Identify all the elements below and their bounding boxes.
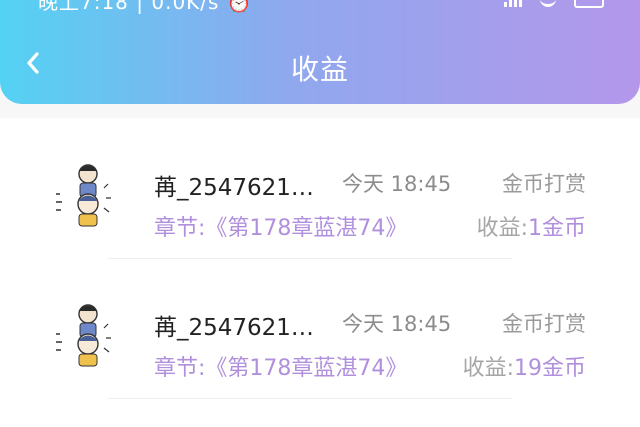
list-item[interactable]: 苒_2547621… 今天 18:45 金币打赏 章节:《第178章蓝湛74》 … [48,146,608,276]
chapter-link[interactable]: 章节:《第178章蓝湛74》 [154,210,407,242]
income-list: 苒_2547621… 今天 18:45 金币打赏 章节:《第178章蓝湛74》 … [0,118,640,427]
income-value: 19金币 [514,356,586,381]
reward-time: 今天 18:45 [342,312,452,336]
signal-icon [504,0,522,7]
divider [108,398,512,399]
income-amount: 收益:19金币 [463,350,586,382]
sender-name: 苒_2547621… [154,175,314,201]
divider [108,258,512,259]
income-amount: 收益:1金币 [477,210,586,242]
app-header: 晚上7:18 | 0.0K/s ⏰ 收益 [0,0,640,104]
reward-time: 今天 18:45 [342,172,452,196]
income-label: 收益: [462,356,514,381]
reward-type: 金币打赏 [502,312,586,336]
income-label: 收益: [476,216,528,241]
income-value: 1金币 [528,216,586,241]
avatar [56,304,111,367]
avatar [56,164,111,227]
wifi-icon [540,0,556,7]
battery-icon [574,0,604,8]
reward-type: 金币打赏 [502,172,586,196]
chapter-link[interactable]: 章节:《第178章蓝湛74》 [154,350,407,382]
status-bar-icons [504,0,604,8]
list-item[interactable]: 苒_2547621… 今天 18:45 金币打赏 章节:《第178章蓝湛74》 … [48,286,608,416]
page-title: 收益 [290,53,349,86]
status-bar-text: 晚上7:18 | 0.0K/s ⏰ [38,0,253,14]
sender-name: 苒_2547621… [154,315,314,341]
